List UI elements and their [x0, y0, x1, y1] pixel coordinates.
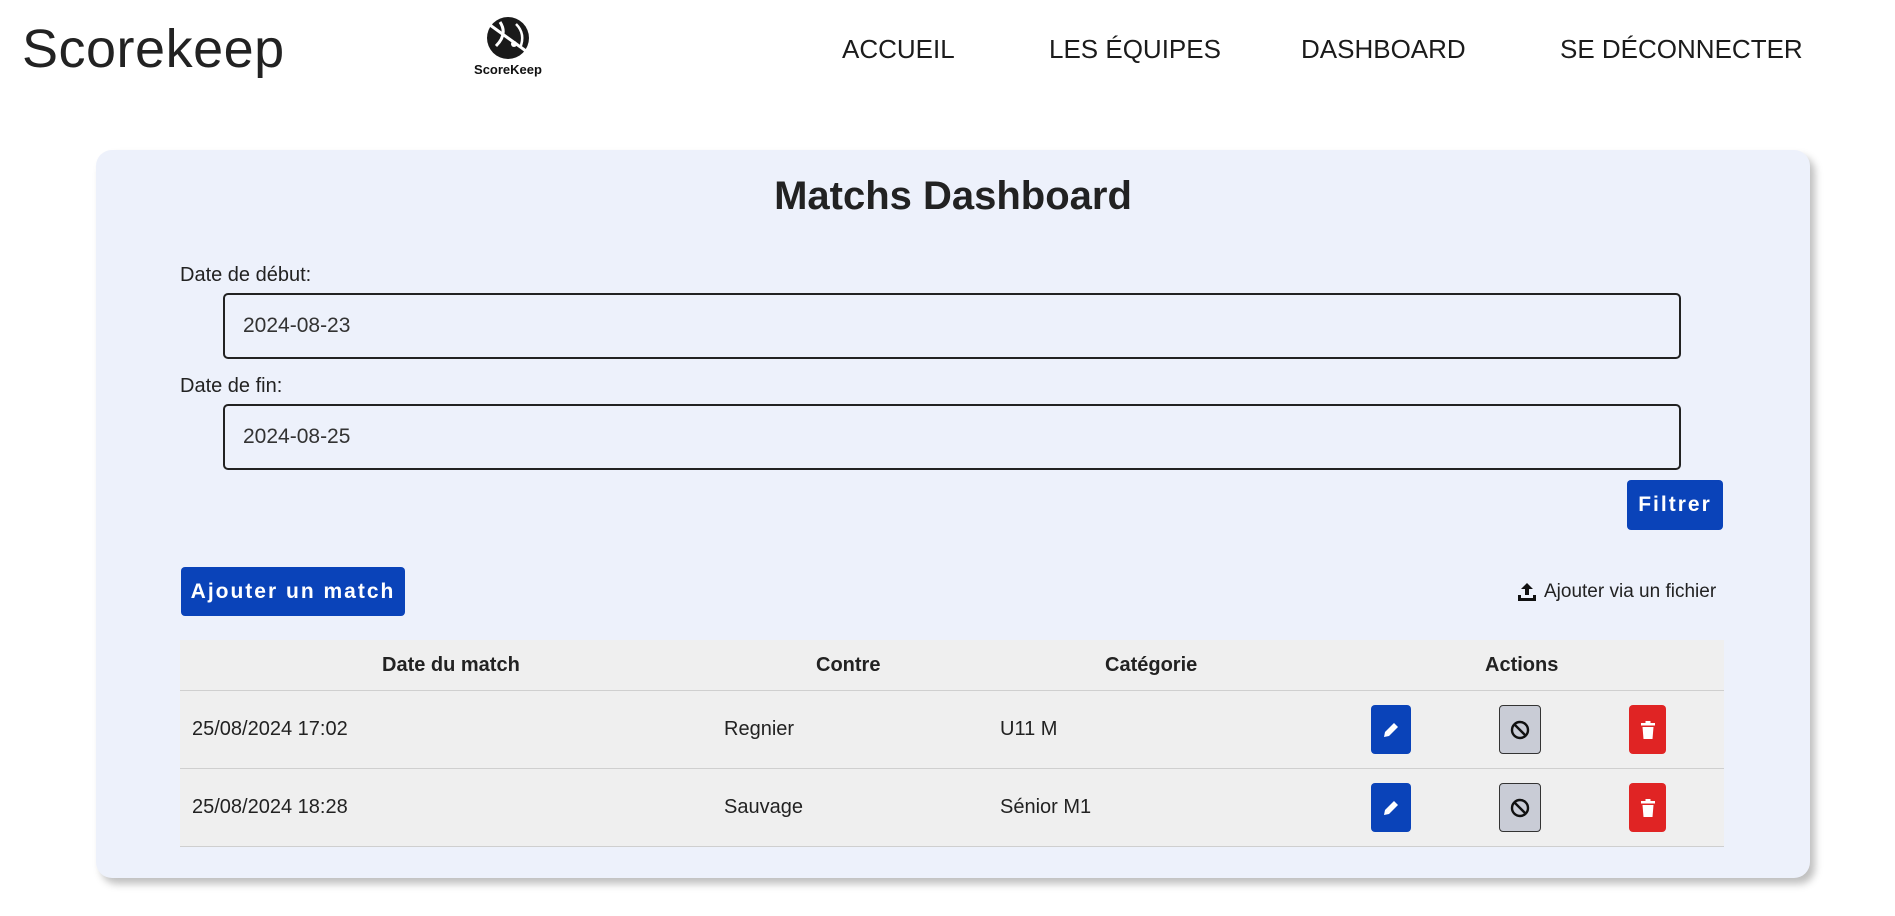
ball-logo-icon [487, 17, 529, 59]
header-categorie: Catégorie [1105, 654, 1198, 676]
ban-icon [1510, 720, 1530, 739]
start-date-input[interactable] [223, 293, 1681, 359]
pencil-icon [1384, 799, 1400, 815]
header-date: Date du match [382, 654, 520, 676]
start-date-label: Date de début: [180, 264, 312, 286]
logo[interactable]: ScoreKeep [468, 16, 548, 77]
cell-categorie: Sénior M1 [1000, 796, 1092, 818]
upload-icon [1518, 583, 1536, 601]
block-button[interactable] [1499, 783, 1541, 832]
edit-button[interactable] [1371, 705, 1411, 754]
nav-accueil[interactable]: ACCUEIL [842, 34, 955, 65]
brand-title: Scorekeep [22, 19, 285, 79]
trash-icon [1640, 798, 1655, 817]
cell-date: 25/08/2024 18:28 [192, 796, 348, 818]
logo-text: ScoreKeep [474, 62, 542, 77]
header-contre: Contre [816, 654, 881, 676]
cell-date: 25/08/2024 17:02 [192, 718, 348, 740]
delete-button[interactable] [1629, 783, 1666, 832]
pencil-icon [1384, 721, 1400, 737]
trash-icon [1640, 720, 1655, 739]
header-actions: Actions [1485, 654, 1559, 676]
nav-dashboard[interactable]: DASHBOARD [1301, 34, 1466, 65]
table-row: 25/08/2024 17:02 Regnier U11 M [180, 691, 1724, 769]
nav-equipes[interactable]: LES ÉQUIPES [1049, 34, 1221, 65]
dashboard-card: Matchs Dashboard Date de début: Date de … [96, 150, 1810, 878]
end-date-label: Date de fin: [180, 375, 283, 397]
add-match-button[interactable]: Ajouter un match [181, 567, 405, 616]
edit-button[interactable] [1371, 783, 1411, 832]
table-header: Date du match Contre Catégorie Actions [180, 640, 1724, 691]
matches-table: Date du match Contre Catégorie Actions 2… [180, 640, 1724, 847]
delete-button[interactable] [1629, 705, 1666, 754]
ban-icon [1510, 798, 1530, 817]
block-button[interactable] [1499, 705, 1541, 754]
filter-button[interactable]: Filtrer [1627, 480, 1723, 530]
page-title: Matchs Dashboard [774, 174, 1132, 218]
cell-contre: Regnier [724, 718, 795, 740]
table-row: 25/08/2024 18:28 Sauvage Sénior M1 [180, 769, 1724, 847]
upload-file-label: Ajouter via un fichier [1544, 581, 1717, 602]
nav-logout[interactable]: SE DÉCONNECTER [1560, 34, 1803, 65]
cell-contre: Sauvage [724, 796, 803, 818]
cell-categorie: U11 M [1000, 718, 1058, 740]
end-date-input[interactable] [223, 404, 1681, 470]
top-header: Scorekeep ScoreKeep ACCUEIL LES ÉQUIPES … [0, 0, 1895, 100]
upload-file-link[interactable]: Ajouter via un fichier [1516, 581, 1716, 603]
